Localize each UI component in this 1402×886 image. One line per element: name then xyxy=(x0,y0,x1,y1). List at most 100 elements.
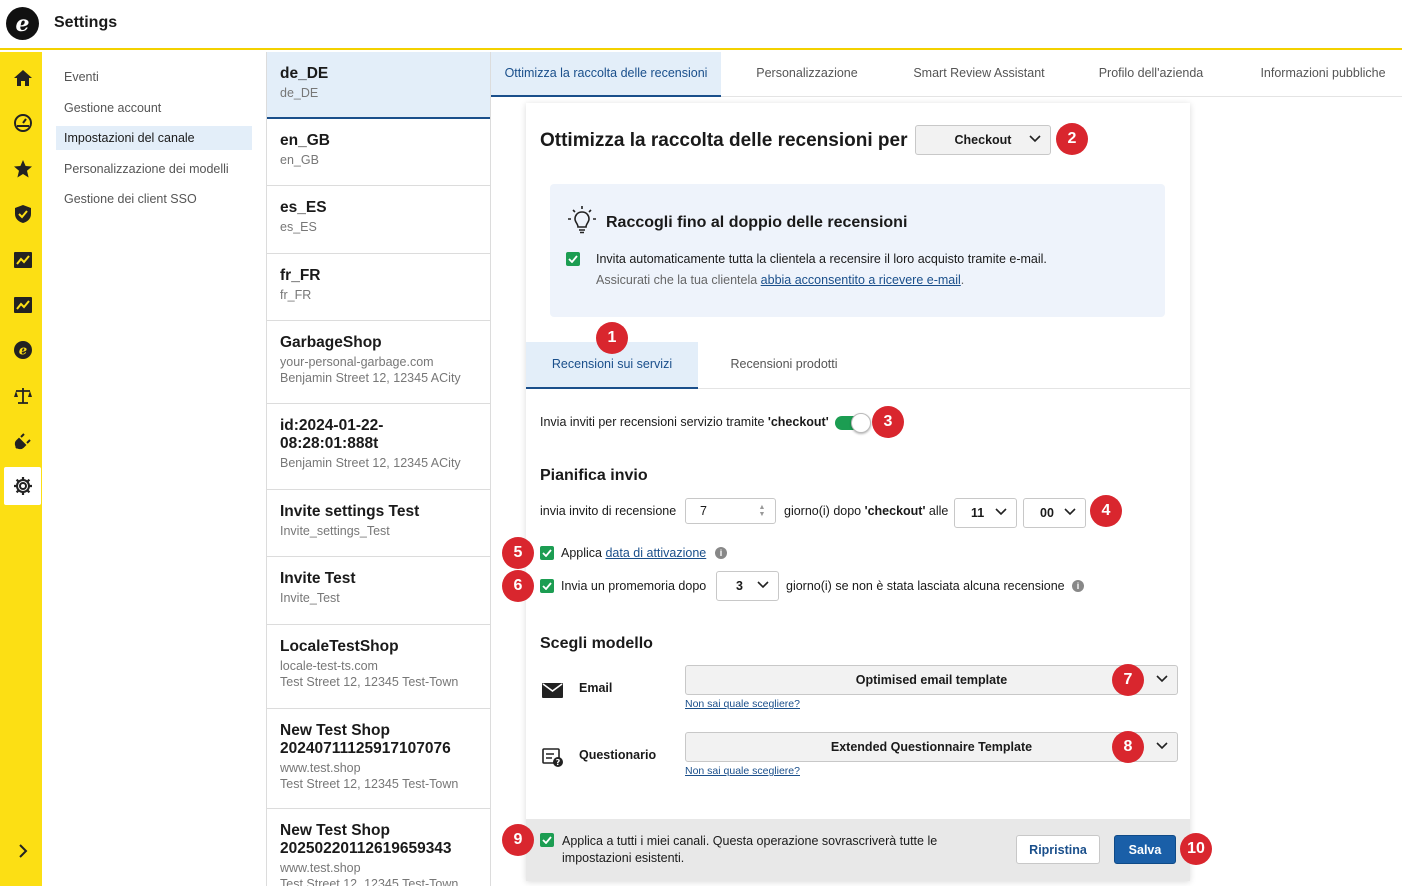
tab-ottimizza[interactable]: Ottimizza la raccolta delle recensioni xyxy=(491,52,721,97)
trigger-select[interactable]: Checkout xyxy=(915,125,1051,155)
activation-date-label: Applica data di attivazione xyxy=(561,546,707,560)
chevron-down-icon xyxy=(1156,675,1168,683)
settings-icon[interactable] xyxy=(4,467,41,505)
channel-detail: Invite_Test xyxy=(280,591,340,605)
home-icon[interactable] xyxy=(4,59,41,97)
legal-icon[interactable] xyxy=(4,377,41,415)
dashboard-icon[interactable] xyxy=(4,104,41,142)
questionnaire-template-select[interactable]: Extended Questionnaire Template xyxy=(685,732,1178,762)
auto-invite-checkbox[interactable] xyxy=(566,252,580,266)
tip-title: Raccogli fino al doppio delle recensioni xyxy=(606,214,908,231)
activation-date-link[interactable]: data di attivazione xyxy=(605,546,706,560)
tab-personalizzazione[interactable]: Personalizzazione xyxy=(721,52,893,97)
annotation-badge: 8 xyxy=(1112,731,1144,763)
channel-name: New Test Shop 20250220112619659343 xyxy=(280,822,452,857)
tab-recensioni-prodotti[interactable]: Recensioni prodotti xyxy=(698,342,870,389)
shield-icon[interactable] xyxy=(4,195,41,233)
chevron-down-icon xyxy=(1064,508,1076,516)
channel-address: Benjamin Street 12, 12345 ACity xyxy=(280,456,461,470)
chevron-down-icon xyxy=(757,581,769,589)
info-icon[interactable]: i xyxy=(715,547,727,559)
tab-smart-review-assistant[interactable]: Smart Review Assistant xyxy=(893,52,1065,97)
schedule-label: invia invito di recensione xyxy=(540,504,677,518)
chevron-right-icon[interactable] xyxy=(4,832,41,870)
channel-name: New Test Shop 20240711125917107076 xyxy=(280,722,451,757)
info-icon[interactable]: i xyxy=(1072,580,1084,592)
settings-tabs: Ottimizza la raccolta delle recensioni P… xyxy=(491,52,1402,97)
consent-link[interactable]: abbia acconsentito a ricevere e-mail xyxy=(761,273,961,287)
hour-select[interactable]: 11 xyxy=(954,498,1017,528)
channel-name: LocaleTestShop xyxy=(280,638,399,655)
stepper-icon[interactable]: ▲ ▼ xyxy=(757,504,767,518)
subnav-item-impostazioni-canale[interactable]: Impostazioni del canale xyxy=(56,126,252,150)
questionnaire-help-link[interactable]: Non sai quale scegliere? xyxy=(685,765,800,777)
subnav-item-eventi[interactable]: Eventi xyxy=(56,65,252,89)
trigger-select-value: Checkout xyxy=(954,133,1012,147)
tab-profilo-azienda[interactable]: Profilo dell'azienda xyxy=(1065,52,1237,97)
chevron-down-icon xyxy=(995,508,1007,516)
days-input[interactable]: 7 ▲ ▼ xyxy=(685,498,776,524)
channel-name: de_DE xyxy=(280,65,329,82)
analytics-icon[interactable] xyxy=(4,241,41,279)
channel-name: fr_FR xyxy=(280,267,321,284)
service-invite-toggle[interactable] xyxy=(835,413,871,433)
channel-item[interactable]: Invite Test Invite_Test xyxy=(267,557,490,625)
questionnaire-label: Questionario xyxy=(579,748,657,762)
chevron-down-icon xyxy=(1029,135,1041,143)
channel-item[interactable]: New Test Shop 20250220112619659343 www.t… xyxy=(267,809,490,886)
channel-detail: Invite_settings_Test xyxy=(280,524,390,538)
tab-informazioni-pubbliche[interactable]: Informazioni pubbliche xyxy=(1237,52,1402,97)
apply-all-checkbox[interactable] xyxy=(540,833,554,847)
svg-text:e: e xyxy=(18,344,26,359)
channel-detail: fr_FR xyxy=(280,288,312,302)
trustpilot-icon[interactable]: e xyxy=(4,331,41,369)
channel-name: en_GB xyxy=(280,132,330,149)
channel-item[interactable]: GarbageShop your-personal-garbage.com Be… xyxy=(267,321,490,404)
email-label: Email xyxy=(579,681,613,695)
channel-detail: de_DE xyxy=(280,86,319,100)
top-bar: e Settings xyxy=(0,0,1402,50)
tip-text: Invita automaticamente tutta la clientel… xyxy=(596,252,1047,266)
subnav-item-gestione-account[interactable]: Gestione account xyxy=(56,96,252,120)
subnav-item-personalizzazione-modelli[interactable]: Personalizzazione dei modelli xyxy=(56,157,252,181)
channel-item[interactable]: en_GB en_GB xyxy=(267,119,490,186)
reminder-label: Invia un promemoria dopo xyxy=(561,579,707,593)
toggle-label: Invia inviti per recensioni servizio tra… xyxy=(540,415,829,429)
questionnaire-icon: ? xyxy=(542,748,564,773)
schedule-label-after: giorno(i) dopo 'checkout' alle xyxy=(784,504,949,518)
channel-item[interactable]: de_DE de_DE xyxy=(267,52,490,119)
channel-url: your-personal-garbage.com xyxy=(280,355,434,369)
minute-select[interactable]: 00 xyxy=(1023,498,1086,528)
channel-item[interactable]: New Test Shop 20240711125917107076 www.t… xyxy=(267,709,490,809)
reminder-checkbox[interactable] xyxy=(540,579,554,593)
channel-item[interactable]: LocaleTestShop locale-test-ts.com Test S… xyxy=(267,625,490,709)
reset-button[interactable]: Ripristina xyxy=(1016,835,1100,864)
tip-consent-text: Assicurati che la tua clientela abbia ac… xyxy=(596,273,965,287)
star-icon[interactable] xyxy=(4,150,41,188)
channel-detail: es_ES xyxy=(280,220,317,234)
annotation-badge: 10 xyxy=(1180,833,1212,865)
channel-address: Test Street 12, 12345 Test-Town xyxy=(280,675,459,689)
email-help-link[interactable]: Non sai quale scegliere? xyxy=(685,698,800,710)
page-title: Ottimizza la raccolta delle recensioni p… xyxy=(540,130,908,151)
integrations-icon[interactable] xyxy=(4,422,41,460)
subnav-item-gestione-sso[interactable]: Gestione dei client SSO xyxy=(56,187,252,211)
channel-item[interactable]: fr_FR fr_FR xyxy=(267,254,490,321)
channel-item[interactable]: es_ES es_ES xyxy=(267,186,490,254)
email-template-select[interactable]: Optimised email template xyxy=(685,665,1178,695)
envelope-icon xyxy=(542,683,563,703)
annotation-badge: 3 xyxy=(872,406,904,438)
activation-date-checkbox[interactable] xyxy=(540,546,554,560)
channel-item[interactable]: Invite settings Test Invite_settings_Tes… xyxy=(267,490,490,557)
channel-url: locale-test-ts.com xyxy=(280,659,378,673)
trustedshops-logo[interactable]: e xyxy=(6,7,39,40)
reminder-days-select[interactable]: 3 xyxy=(716,571,779,601)
save-button[interactable]: Salva xyxy=(1114,835,1176,864)
channel-item[interactable]: id:2024-01-22-08:28:01:888t Benjamin Str… xyxy=(267,404,490,490)
tip-box: Raccogli fino al doppio delle recensioni… xyxy=(550,184,1165,317)
app-title: Settings xyxy=(54,14,118,31)
channel-url: www.test.shop xyxy=(280,861,361,875)
channel-name: GarbageShop xyxy=(280,334,382,351)
reports-icon[interactable] xyxy=(4,286,41,324)
annotation-badge: 1 xyxy=(596,322,628,354)
